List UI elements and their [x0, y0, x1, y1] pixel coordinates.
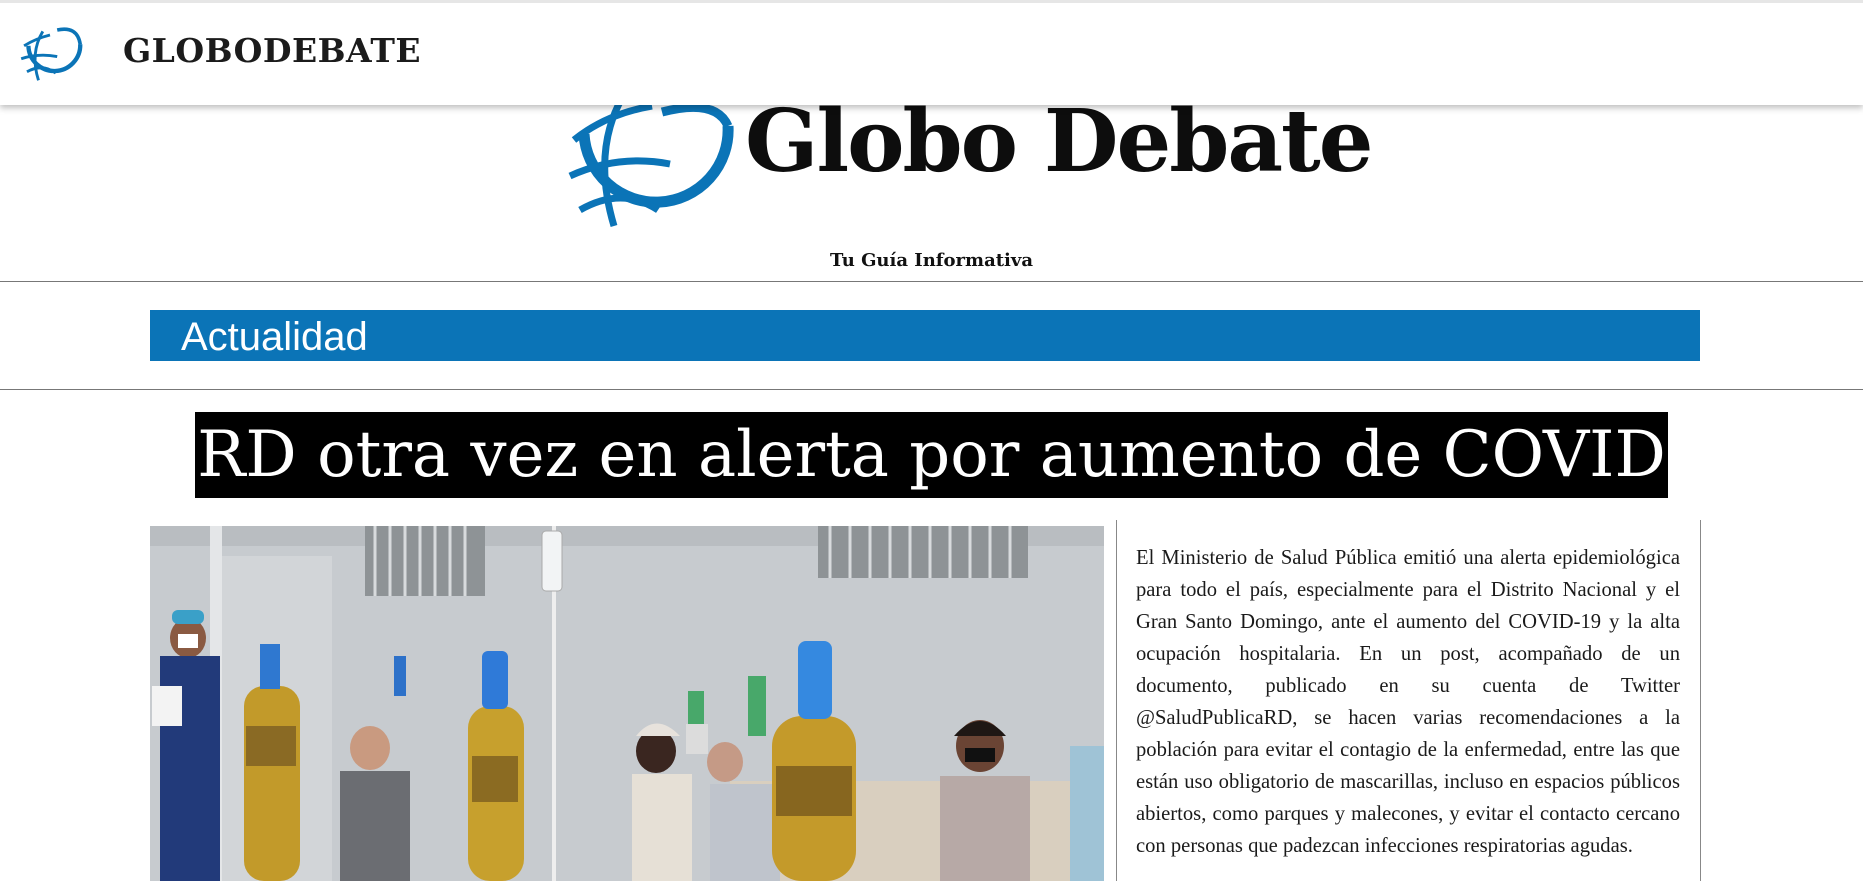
article-body: El Ministerio de Salud Pública emitió un… [1136, 547, 1680, 857]
globe-logo-icon[interactable] [14, 17, 86, 89]
article-headline: RD otra vez en alerta por aumento de COV… [195, 412, 1668, 498]
column-divider [1116, 520, 1117, 881]
article-photo [150, 526, 1104, 881]
category-bar[interactable]: Actualidad [150, 310, 1700, 361]
masthead-title[interactable]: Globo Debate [745, 94, 1374, 190]
site-brand-name[interactable]: GLOBODEBATE [123, 31, 421, 70]
divider-top [0, 281, 1863, 282]
headline-container: RD otra vez en alerta por aumento de COV… [0, 412, 1863, 498]
column-border-right [1700, 520, 1701, 881]
divider-bottom [0, 389, 1863, 390]
globe-logo-icon[interactable] [566, 92, 736, 232]
top-bar: GLOBODEBATE [0, 0, 1863, 105]
masthead-tagline: Tu Guía Informativa [829, 250, 1034, 271]
category-label[interactable]: Actualidad [181, 315, 368, 360]
